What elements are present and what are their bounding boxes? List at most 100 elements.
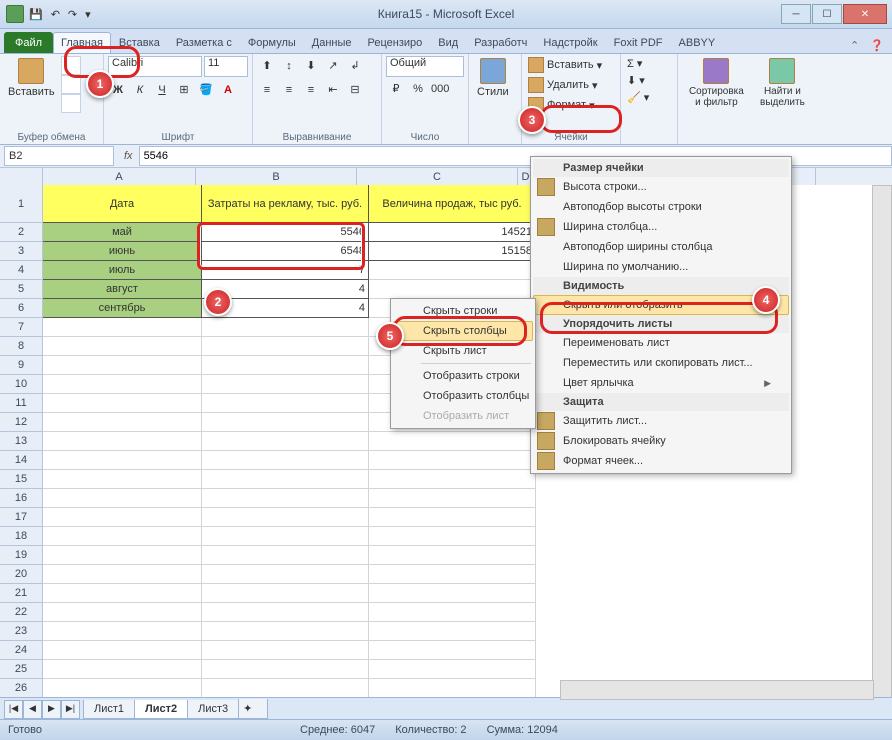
row-header[interactable]: 16 (0, 489, 43, 508)
cell[interactable]: Затраты на рекламу, тыс. руб. (202, 185, 369, 223)
font-size-select[interactable]: 11 (204, 56, 248, 77)
cell[interactable]: 6548 (202, 242, 369, 261)
close-button[interactable]: ✕ (843, 4, 887, 24)
cell[interactable]: Величина продаж, тыс руб. (369, 185, 536, 223)
tab-formulas[interactable]: Формулы (240, 32, 304, 53)
vertical-scrollbar[interactable] (872, 185, 892, 698)
number-format-select[interactable]: Общий (386, 56, 464, 77)
redo-icon[interactable]: ↷ (65, 6, 80, 23)
row-header[interactable]: 4 (0, 261, 43, 280)
clear-icon[interactable]: 🧹 ▾ (625, 90, 651, 105)
ribbon-minimize-icon[interactable]: ⌃ (850, 39, 864, 53)
tab-foxit[interactable]: Foxit PDF (606, 32, 671, 53)
wrap-text-icon[interactable]: ↲ (345, 56, 365, 76)
menu-lock-cell[interactable]: Блокировать ячейку (533, 431, 789, 451)
tab-file[interactable]: Файл (4, 32, 53, 53)
tab-data[interactable]: Данные (304, 32, 360, 53)
cut-icon[interactable] (61, 56, 81, 75)
menu-tab-color[interactable]: Цвет ярлычка▶ (533, 373, 789, 393)
qat-menu-icon[interactable]: ▾ (82, 6, 94, 23)
sheet-tab-2[interactable]: Лист2 (134, 700, 188, 719)
menu-col-width[interactable]: Ширина столбца... (533, 217, 789, 237)
menu-move-sheet[interactable]: Переместить или скопировать лист... (533, 353, 789, 373)
cell[interactable]: 5546 (202, 223, 369, 242)
percent-icon[interactable]: % (408, 79, 428, 99)
horizontal-scrollbar[interactable] (560, 680, 874, 700)
tab-abbyy[interactable]: ABBYY (671, 32, 724, 53)
tab-home[interactable]: Главная (53, 32, 111, 53)
align-right-icon[interactable]: ≡ (301, 80, 321, 100)
sheet-tab-3[interactable]: Лист3 (187, 700, 239, 719)
new-sheet-button[interactable]: ✦ (238, 699, 268, 719)
row-header[interactable]: 9 (0, 356, 43, 375)
autosum-icon[interactable]: Σ ▾ (625, 56, 651, 71)
tab-layout[interactable]: Разметка с (168, 32, 240, 53)
cell[interactable]: май (43, 223, 202, 242)
paste-button[interactable]: Вставить (4, 56, 59, 100)
help-icon[interactable]: ❓ (870, 39, 884, 53)
cell[interactable] (369, 280, 536, 299)
menu-autofit-col[interactable]: Автоподбор ширины столбца (533, 237, 789, 257)
cell[interactable]: Дата (43, 185, 202, 223)
align-center-icon[interactable]: ≡ (279, 80, 299, 100)
row-header[interactable]: 21 (0, 584, 43, 603)
menu-protect-sheet[interactable]: Защитить лист... (533, 411, 789, 431)
align-top-icon[interactable]: ⬆ (257, 56, 277, 76)
tab-view[interactable]: Вид (430, 32, 466, 53)
row-header[interactable]: 20 (0, 565, 43, 584)
row-header[interactable]: 5 (0, 280, 43, 299)
sheet-nav-first[interactable]: |◀ (4, 700, 23, 719)
row-header[interactable]: 17 (0, 508, 43, 527)
cell[interactable]: 15158 (369, 242, 536, 261)
cell[interactable]: июль (43, 261, 202, 280)
menu-rename-sheet[interactable]: Переименовать лист (533, 333, 789, 353)
cell[interactable]: 7 (202, 261, 369, 280)
row-header[interactable]: 15 (0, 470, 43, 489)
sheet-tab-1[interactable]: Лист1 (83, 700, 135, 719)
comma-icon[interactable]: 000 (430, 79, 450, 99)
sort-filter-button[interactable]: Сортировка и фильтр (682, 56, 751, 110)
row-header[interactable]: 8 (0, 337, 43, 356)
sheet-nav-last[interactable]: ▶| (61, 700, 80, 719)
sheet-nav-prev[interactable]: ◀ (23, 700, 42, 719)
name-box[interactable]: B2 (4, 146, 114, 166)
italic-button[interactable]: К (130, 80, 150, 100)
merge-icon[interactable]: ⊟ (345, 80, 365, 100)
undo-icon[interactable]: ↶ (48, 6, 63, 23)
indent-dec-icon[interactable]: ⇤ (323, 80, 343, 100)
submenu-show-rows[interactable]: Отобразить строки (393, 366, 533, 386)
row-header[interactable]: 12 (0, 413, 43, 432)
row-header[interactable]: 23 (0, 622, 43, 641)
tab-addins[interactable]: Надстройк (535, 32, 605, 53)
underline-button[interactable]: Ч (152, 80, 172, 100)
save-icon[interactable]: 💾 (26, 6, 46, 23)
font-color-icon[interactable]: А (218, 80, 238, 100)
cell[interactable]: август (43, 280, 202, 299)
menu-default-width[interactable]: Ширина по умолчанию... (533, 257, 789, 277)
tab-review[interactable]: Рецензиро (360, 32, 431, 53)
fill-icon[interactable]: ⬇ ▾ (625, 73, 651, 88)
excel-icon[interactable] (6, 5, 24, 23)
row-header[interactable]: 26 (0, 679, 43, 698)
fx-icon[interactable]: fx (118, 150, 139, 162)
copy-icon[interactable] (61, 75, 81, 94)
menu-autofit-row[interactable]: Автоподбор высоты строки (533, 197, 789, 217)
cell[interactable]: июнь (43, 242, 202, 261)
menu-format-cells[interactable]: Формат ячеек... (533, 451, 789, 471)
row-header[interactable]: 14 (0, 451, 43, 470)
styles-button[interactable]: Стили (473, 56, 513, 100)
fill-color-icon[interactable]: 🪣 (196, 80, 216, 100)
row-header[interactable]: 2 (0, 223, 43, 242)
row-header[interactable]: 3 (0, 242, 43, 261)
align-left-icon[interactable]: ≡ (257, 80, 277, 100)
row-header[interactable]: 22 (0, 603, 43, 622)
menu-hide-show[interactable]: Скрыть или отобразить▶ (533, 295, 789, 315)
find-select-button[interactable]: Найти и выделить (753, 56, 812, 110)
submenu-hide-rows[interactable]: Скрыть строки (393, 301, 533, 321)
row-header[interactable]: 1 (0, 185, 43, 223)
row-header[interactable]: 24 (0, 641, 43, 660)
submenu-hide-cols[interactable]: Скрыть столбцы (393, 321, 533, 341)
row-header[interactable]: 13 (0, 432, 43, 451)
submenu-show-cols[interactable]: Отобразить столбцы (393, 386, 533, 406)
tab-insert[interactable]: Вставка (111, 32, 168, 53)
